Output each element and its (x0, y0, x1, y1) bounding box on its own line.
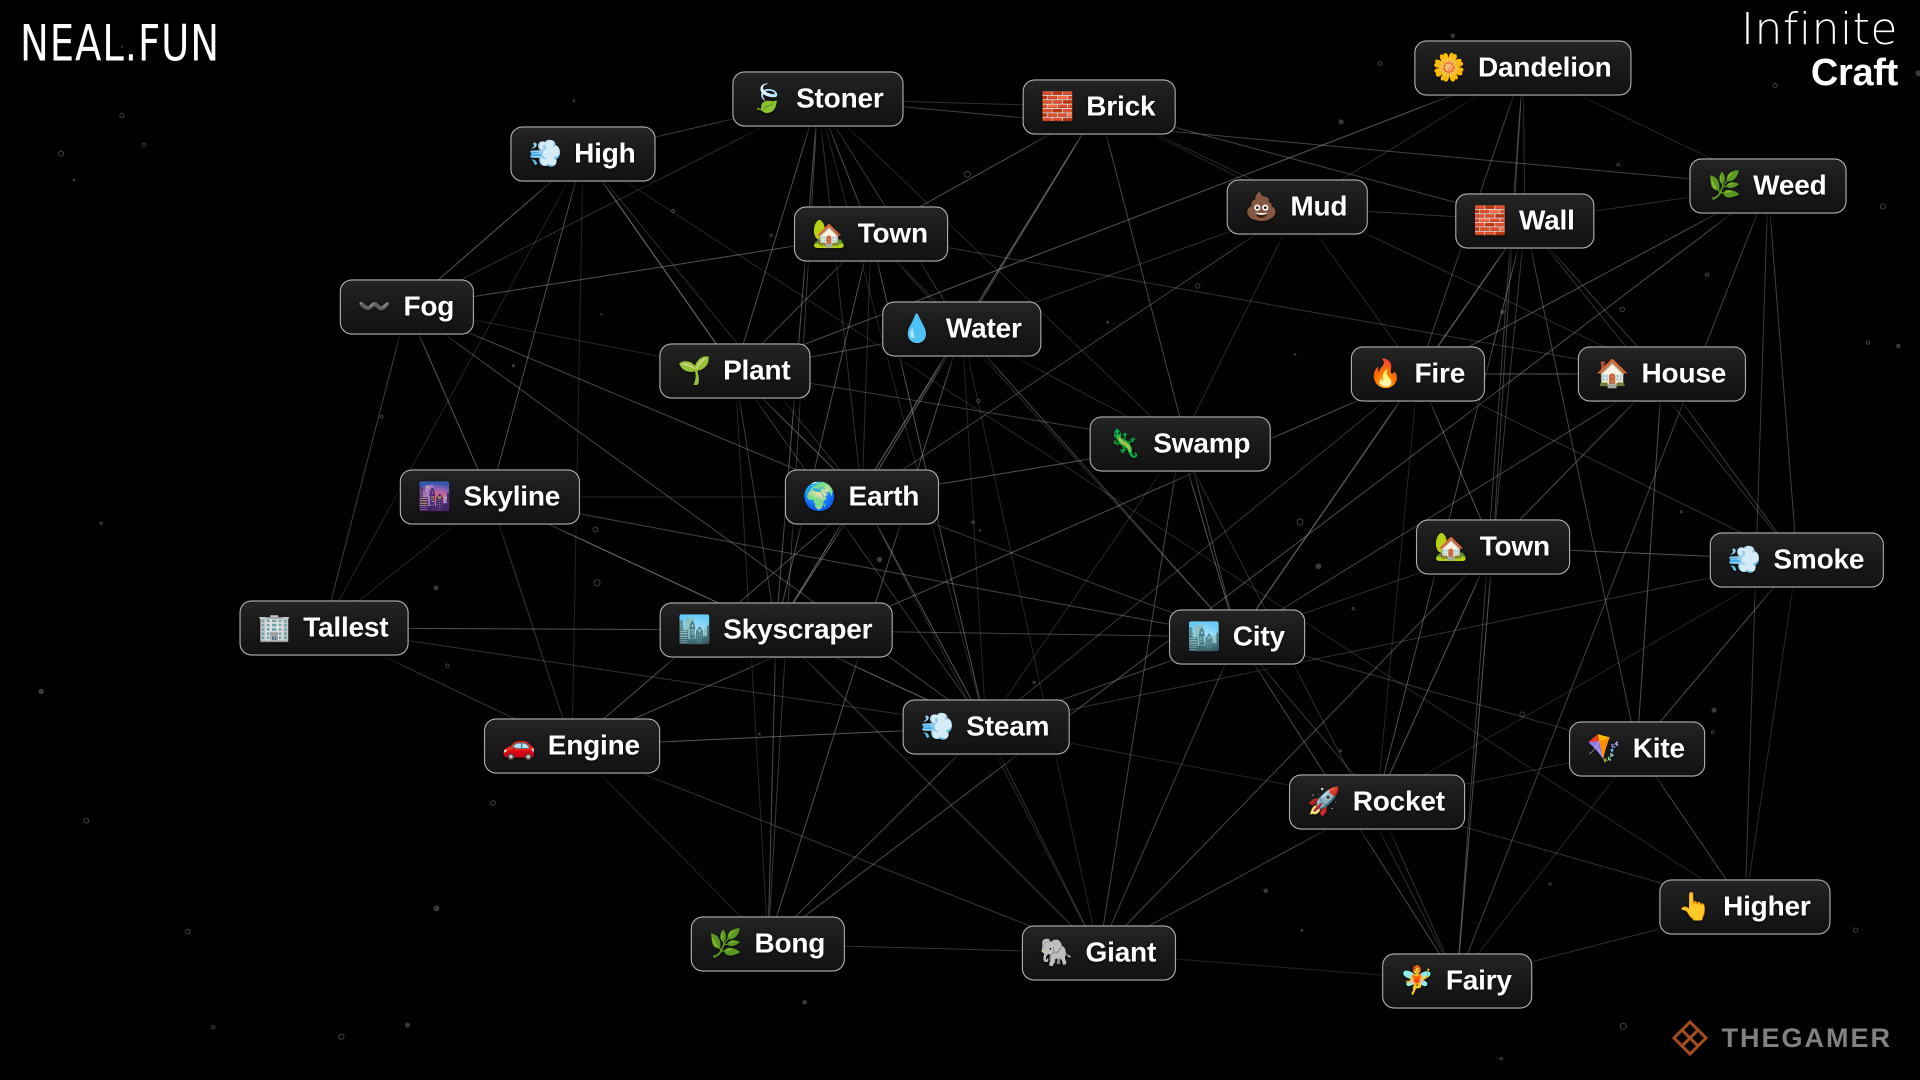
brick-icon: 🧱 (1473, 207, 1507, 234)
point-up-icon: 👆 (1677, 893, 1711, 920)
element-card-engine[interactable]: 🚗 Engine (484, 719, 660, 774)
element-card-swamp[interactable]: 🦎 Swamp (1090, 417, 1271, 472)
element-card-label: Giant (1086, 937, 1157, 969)
element-card-brick[interactable]: 🧱 Brick (1023, 80, 1176, 135)
element-card-skyline[interactable]: 🌆 Skyline (400, 470, 580, 525)
element-card-dandelion[interactable]: 🌼 Dandelion (1414, 41, 1631, 96)
house-garden-icon: 🏡 (812, 220, 846, 247)
lizard-icon: 🦎 (1108, 430, 1142, 457)
element-card-label: House (1642, 358, 1727, 390)
element-card-house[interactable]: 🏠 House (1578, 347, 1746, 402)
cityscape-icon: 🏙️ (678, 616, 712, 643)
element-card-fairy[interactable]: 🧚 Fairy (1382, 954, 1532, 1009)
element-card-label: Fairy (1446, 965, 1512, 997)
element-card-label: Rocket (1353, 786, 1445, 818)
dash-wind-icon: 💨 (921, 713, 955, 740)
element-card-city[interactable]: 🏙️ City (1169, 610, 1305, 665)
fairy-icon: 🧚 (1400, 967, 1434, 994)
brick-icon: 🧱 (1041, 93, 1075, 120)
rocket-icon: 🚀 (1307, 788, 1341, 815)
element-card-label: Tallest (303, 612, 388, 644)
element-card-label: Water (946, 313, 1022, 345)
element-card-fog[interactable]: 〰️ Fog (340, 280, 474, 335)
element-card-label: Weed (1753, 170, 1826, 202)
element-card-mud[interactable]: 💩 Mud (1227, 180, 1368, 235)
element-card-label: Kite (1633, 733, 1685, 765)
flame-icon: 🔥 (1369, 360, 1403, 387)
leaf-smoke-icon: 🍃 (750, 85, 784, 112)
office-icon: 🏢 (258, 614, 292, 641)
element-card-town2[interactable]: 🏡 Town (1416, 520, 1570, 575)
element-card-giant[interactable]: 🐘 Giant (1022, 926, 1176, 981)
infinite-craft-canvas[interactable]: 🌼 Dandelion 🍃 Stoner 🧱 Brick 💨 High 🌿 Weed 💩 Mud 🧱 Wa… (0, 0, 1920, 1080)
element-card-bong[interactable]: 🌿 Bong (691, 917, 845, 972)
thegamer-wordmark: THEGAMER (1722, 1023, 1893, 1054)
element-card-plant[interactable]: 🌱 Plant (659, 344, 810, 399)
game-title: Infinite Craft (1741, 8, 1898, 92)
element-card-stoner[interactable]: 🍃 Stoner (732, 72, 903, 127)
thegamer-watermark: THEGAMER (1670, 1018, 1893, 1058)
element-card-label: Skyline (463, 481, 560, 513)
house-icon: 🏠 (1596, 360, 1630, 387)
daisy-icon: 🌼 (1432, 54, 1466, 81)
mud-pile-icon: 💩 (1245, 193, 1279, 220)
element-card-label: Skyscraper (723, 614, 872, 646)
game-title-line1: Infinite (1741, 8, 1898, 52)
element-node-layer: 🌼 Dandelion 🍃 Stoner 🧱 Brick 💨 High 🌿 Weed 💩 Mud 🧱 Wa… (0, 0, 1920, 1080)
thegamer-diamond-logo (1670, 1018, 1710, 1058)
element-card-label: Stoner (796, 83, 883, 115)
seedling-icon: 🌱 (677, 357, 711, 384)
element-card-weed[interactable]: 🌿 Weed (1690, 159, 1847, 214)
element-card-label: Town (1480, 531, 1550, 563)
element-card-higher[interactable]: 👆 Higher (1659, 880, 1830, 935)
element-card-label: Plant (723, 355, 790, 387)
element-card-water[interactable]: 💧 Water (882, 302, 1041, 357)
element-card-label: Higher (1723, 891, 1810, 923)
dash-wind-icon: 💨 (1728, 546, 1762, 573)
element-card-smoke[interactable]: 💨 Smoke (1710, 533, 1884, 588)
element-card-fire[interactable]: 🔥 Fire (1351, 347, 1485, 402)
herb-icon: 🌿 (1708, 172, 1742, 199)
elephant-icon: 🐘 (1040, 939, 1074, 966)
element-card-kite[interactable]: 🪁 Kite (1569, 722, 1705, 777)
element-card-label: Smoke (1773, 544, 1864, 576)
element-card-tallest[interactable]: 🏢 Tallest (240, 601, 409, 656)
element-card-wall[interactable]: 🧱 Wall (1455, 194, 1594, 249)
droplet-icon: 💧 (900, 315, 934, 342)
element-card-label: Steam (966, 711, 1049, 743)
element-card-town[interactable]: 🏡 Town (794, 207, 948, 262)
dash-wind-icon: 💨 (528, 140, 562, 167)
game-title-line2: Craft (1741, 54, 1898, 92)
element-card-rocket[interactable]: 🚀 Rocket (1289, 775, 1465, 830)
waves-icon: 〰️ (358, 293, 392, 320)
element-card-earth[interactable]: 🌍 Earth (785, 470, 939, 525)
element-card-label: Fog (403, 291, 454, 323)
element-card-high[interactable]: 💨 High (510, 127, 655, 182)
element-card-skyscraper[interactable]: 🏙️ Skyscraper (660, 603, 893, 658)
element-card-label: Bong (754, 928, 825, 960)
kite-icon: 🪁 (1587, 735, 1621, 762)
element-card-label: Earth (849, 481, 920, 513)
element-card-label: Town (858, 218, 928, 250)
element-card-label: Wall (1519, 205, 1575, 237)
element-card-label: Swamp (1153, 428, 1250, 460)
herb-icon: 🌿 (709, 930, 743, 957)
element-card-label: Dandelion (1478, 52, 1612, 84)
element-card-label: Fire (1415, 358, 1466, 390)
neal-fun-logo[interactable]: NEAL.FUN (20, 14, 220, 73)
car-icon: 🚗 (502, 732, 536, 759)
cityscape-icon: 🏙️ (1187, 623, 1221, 650)
element-card-label: Brick (1086, 91, 1155, 123)
globe-icon: 🌍 (803, 483, 837, 510)
element-card-label: High (574, 138, 635, 170)
element-card-label: Engine (548, 730, 640, 762)
element-card-label: City (1233, 621, 1285, 653)
cityscape-icon: 🌆 (418, 483, 452, 510)
element-card-label: Mud (1290, 191, 1347, 223)
house-garden-icon: 🏡 (1434, 533, 1468, 560)
element-card-steam[interactable]: 💨 Steam (903, 700, 1070, 755)
